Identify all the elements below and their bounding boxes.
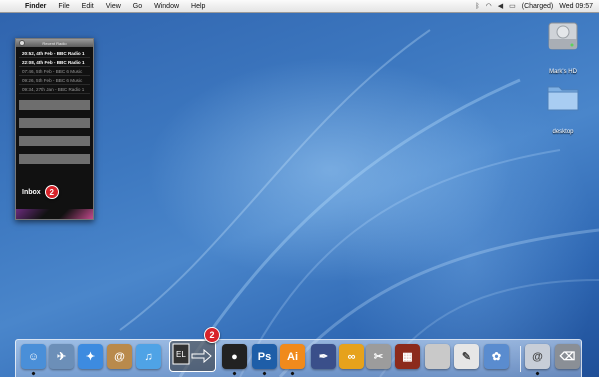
widget-empty-row <box>19 118 90 128</box>
desktop-icon-hd-label: Mark's HD <box>549 69 577 75</box>
wifi-icon[interactable]: ◠ <box>486 2 492 10</box>
desktop-icon-folder-label: desktop <box>552 129 574 135</box>
inbox-label: Inbox <box>22 188 41 196</box>
widget-titlebar[interactable]: Recent Radio <box>16 39 93 47</box>
widget-row[interactable]: 09:26, 5th Feb - BBC 6 Music <box>19 76 90 85</box>
widget-row[interactable]: 09:34, 27th Jan - BBC Radio 1 <box>19 85 90 94</box>
recent-radio-widget[interactable]: Recent Radio 20:52, 4th Feb - BBC Radio … <box>15 38 94 220</box>
widget-empty-row <box>19 136 90 146</box>
menu-help[interactable]: Help <box>191 3 205 10</box>
bluetooth-icon[interactable]: ᛒ <box>475 3 479 10</box>
itunes-icon[interactable]: ♫ <box>136 344 161 369</box>
textedit-icon[interactable]: ✎ <box>454 344 479 369</box>
menu-go[interactable]: Go <box>133 3 142 10</box>
widget-empty-row <box>19 100 90 110</box>
safari-icon[interactable]: ✦ <box>78 344 103 369</box>
widget-row[interactable]: 20:52, 4th Feb - BBC Radio 1 <box>19 49 90 58</box>
volume-icon[interactable]: ◀ <box>498 2 503 10</box>
desktop-icon-hd[interactable]: Mark's HD <box>533 19 593 78</box>
image-capture-icon[interactable]: ✿ <box>484 344 509 369</box>
menu-window[interactable]: Window <box>154 3 179 10</box>
script-editor-icon[interactable]: ✂ <box>366 344 391 369</box>
trash-icon[interactable]: ⌫ <box>555 344 580 369</box>
menu-finder[interactable]: Finder <box>25 3 46 10</box>
pen-tool-icon[interactable]: ✒ <box>311 344 336 369</box>
menu-clock[interactable]: Wed 09:57 <box>559 3 593 10</box>
widget-list: 20:52, 4th Feb - BBC Radio 1 22:08, 4th … <box>16 47 93 94</box>
dock-badge: 2 <box>204 327 220 343</box>
folder-icon <box>547 86 579 111</box>
photo-app-icon[interactable]: ▦ <box>395 344 420 369</box>
address-book-icon[interactable]: @ <box>107 344 132 369</box>
menu-edit[interactable]: Edit <box>82 3 94 10</box>
mail-icon[interactable]: @ <box>525 344 550 369</box>
hard-drive-icon <box>548 22 578 50</box>
dock-separator <box>520 346 521 372</box>
widget-footer <box>16 209 93 219</box>
menu-file[interactable]: File <box>58 3 69 10</box>
widget-row[interactable]: 07:46, 5th Feb - BBC 6 Music <box>19 67 90 76</box>
preview-icon[interactable]: ✈ <box>49 344 74 369</box>
battery-icon[interactable]: ▭ <box>509 2 516 10</box>
widget-empty-row <box>19 154 90 164</box>
system-prefs-icon[interactable] <box>425 344 450 369</box>
desktop-icon-folder[interactable]: desktop <box>533 79 593 138</box>
menu-bar: Finder File Edit View Go Window Help ᛒ ◠… <box>0 0 599 13</box>
illustrator-icon[interactable]: Ai <box>280 344 305 369</box>
menu-view[interactable]: View <box>106 3 121 10</box>
dock-highlight-box[interactable]: EL <box>169 340 216 372</box>
photoshop-icon[interactable]: Ps <box>252 344 277 369</box>
highlight-label: EL <box>176 350 186 359</box>
finder-icon[interactable]: ☺ <box>21 344 46 369</box>
inbox-count-badge: 2 <box>44 185 59 199</box>
widget-empty-rows <box>16 100 93 164</box>
photo-booth-icon[interactable]: ● <box>222 344 247 369</box>
battery-status[interactable]: (Charged) <box>522 3 554 10</box>
chain-app-icon[interactable]: ∞ <box>339 344 364 369</box>
widget-inbox[interactable]: Inbox 2 <box>22 185 59 199</box>
expose-arrow-icon: EL <box>172 343 212 365</box>
menu-extras: ᛒ ◠ ◀ ▭ (Charged) Wed 09:57 <box>475 2 593 11</box>
widget-title: Recent Radio <box>42 40 67 46</box>
widget-row[interactable]: 22:08, 4th Feb - BBC Radio 1 <box>19 58 90 67</box>
